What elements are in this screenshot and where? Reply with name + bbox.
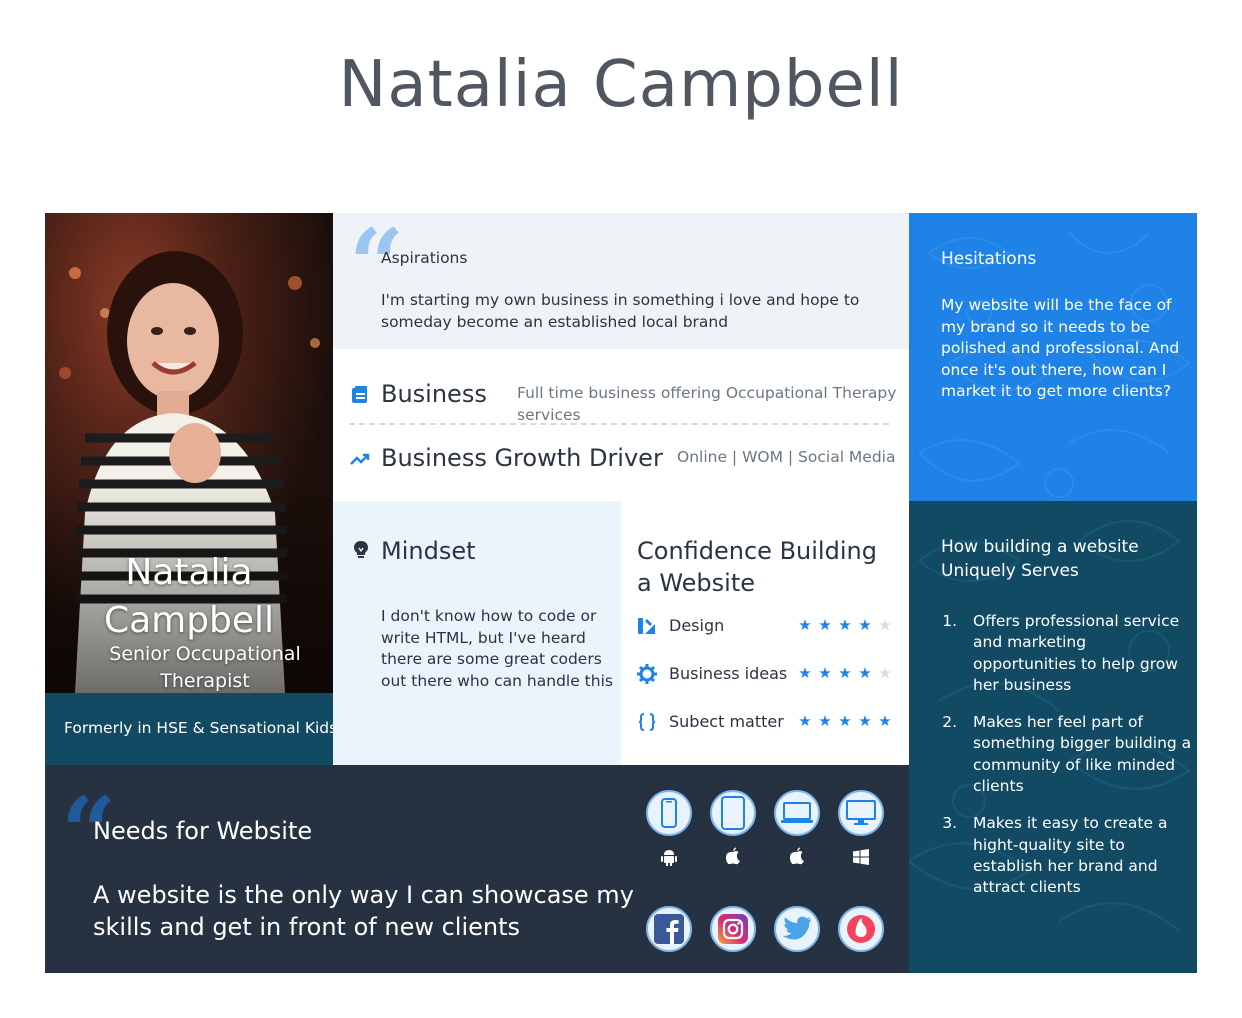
code-braces-icon	[638, 713, 656, 731]
hesitations-title: Hesitations	[941, 249, 1037, 269]
star-icon: ★	[838, 664, 852, 682]
tinder-icon[interactable]	[838, 906, 884, 952]
star-icon: ★	[858, 616, 872, 634]
business-label: Business	[381, 380, 487, 408]
phone-icon	[646, 790, 692, 836]
confidence-label: Design	[669, 616, 725, 635]
list-number: 3.	[942, 814, 957, 833]
profile-name: Natalia Campbell	[103, 552, 275, 641]
star-icon: ★	[878, 712, 892, 730]
needs-title: Needs for Website	[93, 817, 313, 845]
star-icon: ★	[878, 664, 892, 682]
list-number: 1.	[942, 612, 957, 630]
star-icon: ★	[818, 664, 832, 682]
windows-icon	[851, 847, 871, 867]
instagram-icon[interactable]	[710, 906, 756, 952]
star-icon: ★	[798, 616, 812, 634]
confidence-label: Subect matter	[669, 712, 784, 731]
facebook-icon[interactable]	[646, 906, 692, 952]
laptop-icon	[774, 790, 820, 836]
trending-up-icon	[350, 453, 370, 465]
serves-list: 1. Offers professional service and marke…	[937, 611, 1193, 915]
business-card: Business Full time business offering Occ…	[333, 349, 909, 501]
hesitations-card: Hesitations My website will be the face …	[909, 213, 1197, 501]
mindset-text: I don't know how to code or write HTML, …	[381, 607, 613, 690]
former-employer-banner: Formerly in HSE & Sensational Kids	[45, 693, 341, 773]
star-icon: ★	[878, 616, 892, 634]
list-item: 2. Makes her feel part of something bigg…	[937, 712, 1193, 797]
business-value: Full time business offering Occupational…	[517, 384, 897, 424]
gear-icon	[637, 664, 657, 684]
profile-photo-card: Natalia Campbell Senior Occupational The…	[45, 213, 333, 693]
needs-text: A website is the only way I can showcase…	[93, 879, 653, 943]
mindset-title: Mindset	[381, 537, 476, 565]
serves-card: How building a website Uniquely Serves 1…	[909, 501, 1197, 973]
tablet-icon	[710, 790, 756, 836]
apple-icon	[787, 846, 807, 866]
serves-title: How building a website Uniquely Serves	[941, 537, 1139, 581]
star-icon: ★	[818, 616, 832, 634]
list-text: Makes her feel part of something bigger …	[973, 713, 1192, 796]
list-number: 2.	[942, 713, 957, 732]
apple-icon	[723, 846, 743, 866]
desktop-icon	[838, 790, 884, 836]
confidence-title: Confidence Building a Website	[637, 537, 877, 597]
growth-driver-label: Business Growth Driver	[381, 444, 663, 472]
confidence-row-business-ideas: Business ideas ★ ★ ★ ★ ★	[637, 662, 897, 686]
twitter-icon[interactable]	[774, 906, 820, 952]
needs-text-line: skills and get in front of new clients	[93, 913, 521, 941]
aspirations-card: “ Aspirations I'm starting my own busine…	[333, 213, 909, 349]
star-icon: ★	[798, 712, 812, 730]
rating-stars: ★ ★ ★ ★ ★	[795, 615, 895, 634]
star-icon: ★	[798, 664, 812, 682]
page-title: Natalia Campbell	[338, 48, 904, 122]
lightbulb-icon	[354, 541, 368, 558]
growth-driver-value: Online | WOM | Social Media	[677, 448, 896, 466]
android-icon	[659, 847, 679, 867]
rating-stars: ★ ★ ★ ★ ★	[795, 663, 895, 682]
mindset-card: Mindset I don't know how to code or writ…	[333, 501, 621, 765]
star-icon: ★	[838, 712, 852, 730]
confidence-label: Business ideas	[669, 664, 788, 683]
design-icon	[638, 618, 655, 634]
needs-text-line: A website is the only way I can showcase…	[93, 881, 634, 909]
list-text: Makes it easy to create a hight-quality …	[973, 814, 1168, 897]
confidence-card: Confidence Building a Website Design ★ ★ ★…	[621, 501, 909, 765]
profile-role: Senior Occupational Therapist	[109, 643, 301, 692]
list-item: 1. Offers professional service and marke…	[937, 611, 1193, 696]
star-icon: ★	[818, 712, 832, 730]
confidence-row-design: Design ★ ★ ★ ★ ★	[637, 614, 897, 638]
aspirations-text: I'm starting my own business in somethin…	[381, 291, 860, 331]
confidence-row-subject-matter: Subect matter ★ ★ ★ ★ ★	[637, 710, 897, 734]
list-text: Offers professional service and marketin…	[973, 612, 1180, 694]
rating-stars: ★ ★ ★ ★ ★	[795, 711, 895, 730]
star-icon: ★	[858, 664, 872, 682]
hesitations-text: My website will be the face of my brand …	[941, 296, 1180, 400]
list-item: 3. Makes it easy to create a hight-quali…	[937, 813, 1193, 898]
wallet-icon	[352, 386, 367, 403]
needs-card: “ Needs for Website A website is the onl…	[45, 765, 909, 973]
divider	[349, 423, 889, 425]
star-icon: ★	[858, 712, 872, 730]
aspirations-title: Aspirations	[381, 249, 468, 267]
star-icon: ★	[838, 616, 852, 634]
